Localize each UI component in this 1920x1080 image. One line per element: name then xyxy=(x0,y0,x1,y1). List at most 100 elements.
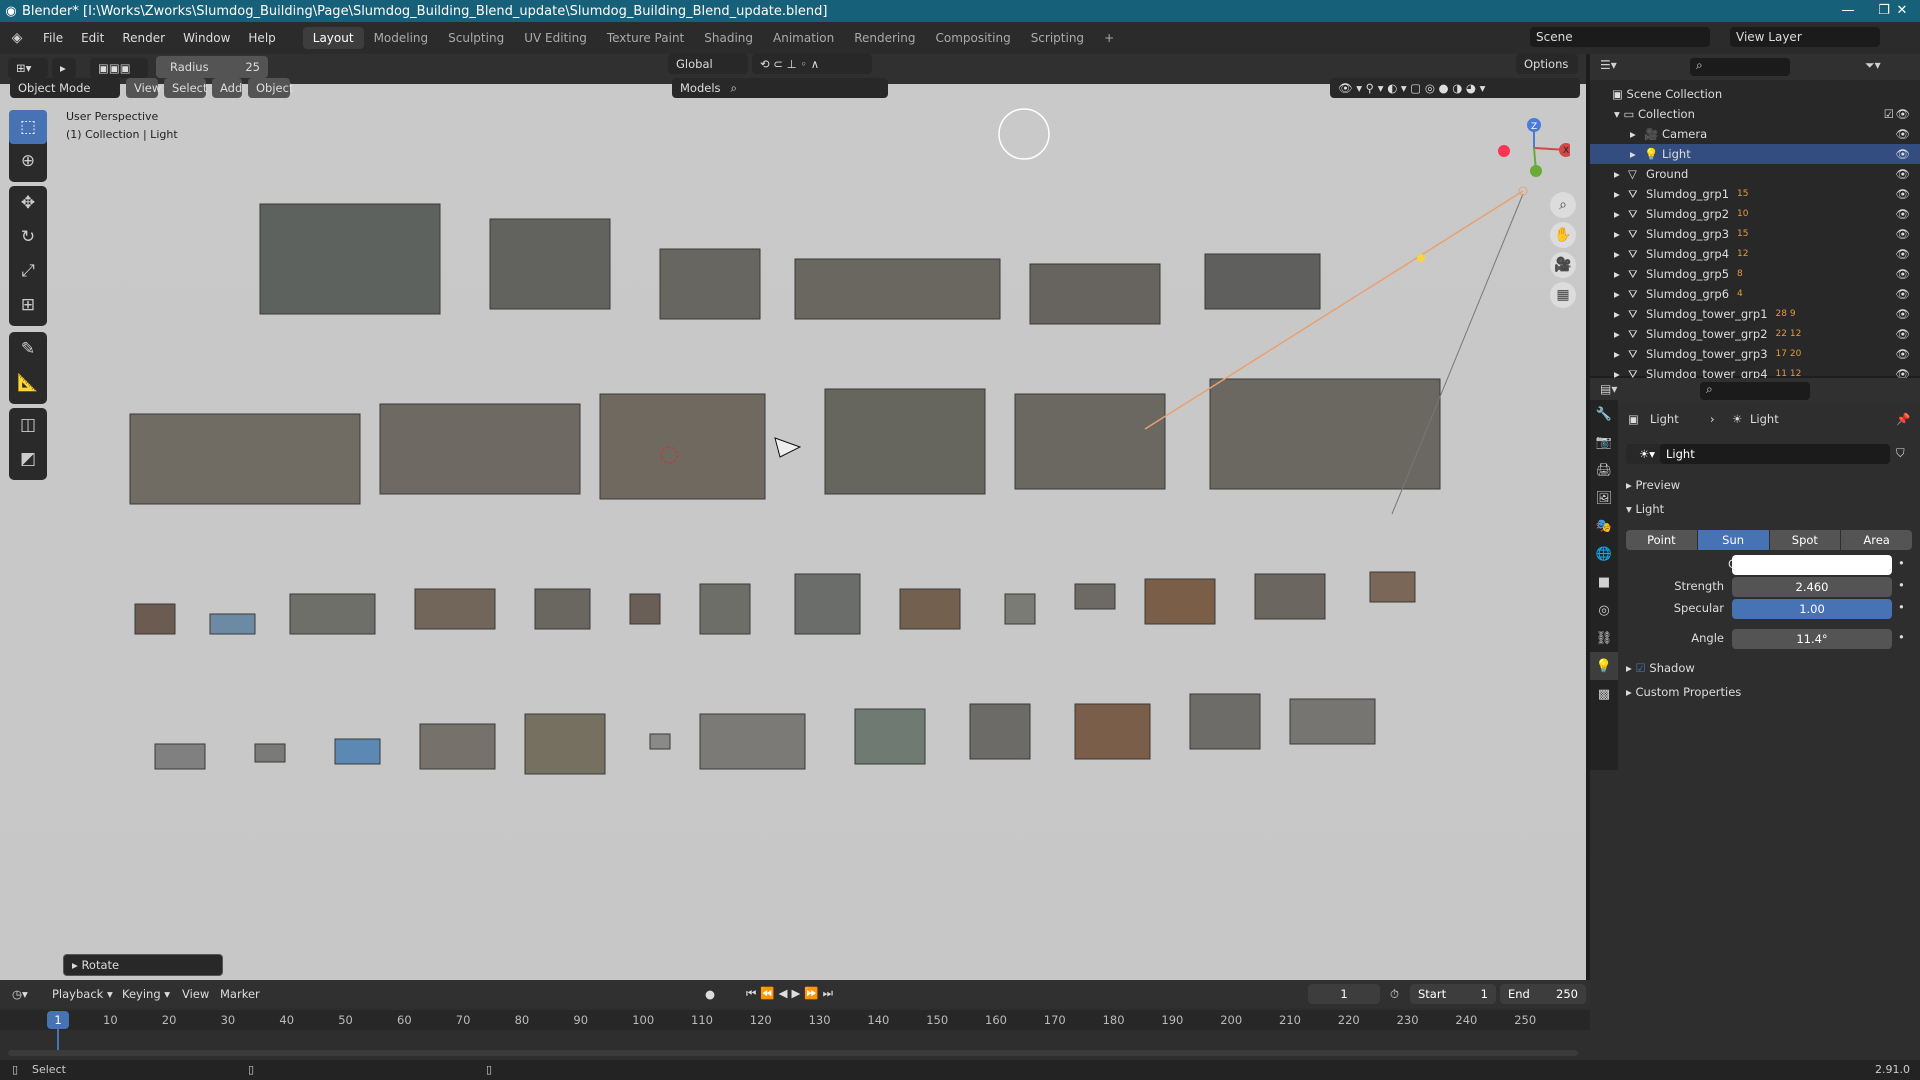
tab-layout[interactable]: Layout xyxy=(302,27,364,49)
playback-controls[interactable]: ⏮⏪◀▶⏩⏭ xyxy=(746,986,837,1001)
expand-arrow-icon[interactable]: ▸ xyxy=(1614,187,1628,201)
end-frame-field[interactable]: End 250 xyxy=(1500,984,1586,1004)
visibility-eye-icon[interactable]: 👁 xyxy=(1895,327,1910,341)
zoom-icon[interactable]: ⌕ xyxy=(1550,192,1576,218)
menu-edit[interactable]: Edit xyxy=(72,31,113,45)
outliner-row-ground[interactable]: ▸ ▽ Ground 👁 xyxy=(1590,164,1920,184)
add-workspace-button[interactable]: + xyxy=(1094,27,1124,49)
custom-properties-header[interactable]: ▸ Custom Properties xyxy=(1626,685,1741,699)
expand-arrow-icon[interactable]: ▸ xyxy=(1630,127,1644,141)
marker-menu[interactable]: Marker xyxy=(220,987,260,1001)
tab-rendering[interactable]: Rendering xyxy=(844,27,925,49)
view-layer-tab-icon[interactable]: 🖼 xyxy=(1590,484,1618,512)
outliner-row-slumdog-tower-grp1[interactable]: ▸ ⛛ Slumdog_tower_grp1 28 9 👁 xyxy=(1590,304,1920,324)
light-target-marker[interactable] xyxy=(1417,254,1425,262)
outliner-row-slumdog-grp1[interactable]: ▸ ⛛ Slumdog_grp1 15 👁 xyxy=(1590,184,1920,204)
properties-search[interactable]: ⌕ xyxy=(1700,382,1810,400)
outliner-row-slumdog-tower-grp3[interactable]: ▸ ⛛ Slumdog_tower_grp3 17 20 👁 xyxy=(1590,344,1920,364)
expand-arrow-icon[interactable]: ▸ xyxy=(1614,327,1628,341)
camera-view-icon[interactable]: 🎥 xyxy=(1550,252,1576,278)
expand-arrow-icon[interactable]: ▸ xyxy=(1614,307,1628,321)
axis-gizmo[interactable]: Z X xyxy=(1490,115,1570,185)
scene-collection-row[interactable]: ▣ Scene Collection xyxy=(1590,84,1920,104)
visibility-eye-icon[interactable]: 👁 xyxy=(1895,127,1910,141)
snap-controls[interactable]: ⟲ ⊂ ⊥ ◦ ∧ xyxy=(752,54,872,74)
outliner-row-slumdog-tower-grp2[interactable]: ▸ ⛛ Slumdog_tower_grp2 22 12 👁 xyxy=(1590,324,1920,344)
texture-tab-icon[interactable]: ▩ xyxy=(1590,680,1618,708)
filter-icon[interactable]: ⏷▾ xyxy=(1865,58,1881,73)
options-dropdown[interactable]: Options xyxy=(1516,54,1578,74)
tab-scripting[interactable]: Scripting xyxy=(1021,27,1094,49)
playback-menu[interactable]: Playback ▾ xyxy=(52,987,113,1001)
light-type-point[interactable]: Point xyxy=(1626,530,1697,550)
record-button[interactable]: ● xyxy=(705,987,715,1001)
outliner-row-slumdog-grp6[interactable]: ▸ ⛛ Slumdog_grp6 4 👁 xyxy=(1590,284,1920,304)
select-mode-icons[interactable]: ▣▣▣ xyxy=(90,58,148,78)
last-operator-panel[interactable]: ▸ Rotate xyxy=(63,954,223,976)
editor-type-icon[interactable]: ⊞▾ xyxy=(8,58,48,78)
pin-icon[interactable]: 📌 xyxy=(1896,412,1910,426)
fake-user-icon[interactable]: ⛉ xyxy=(1896,446,1905,461)
tab-animation[interactable]: Animation xyxy=(763,27,844,49)
preview-panel-header[interactable]: ▸ Preview xyxy=(1626,478,1680,492)
expand-arrow-icon[interactable]: ▸ xyxy=(1614,267,1628,281)
constraints-tab-icon[interactable]: ⛓ xyxy=(1590,624,1618,652)
scene-tab-icon[interactable]: 🎭 xyxy=(1590,512,1618,540)
visibility-eye-icon[interactable]: 👁 xyxy=(1895,307,1910,321)
outliner-search[interactable]: ⌕ xyxy=(1690,58,1790,76)
outliner-row-slumdog-grp4[interactable]: ▸ ⛛ Slumdog_grp4 12 👁 xyxy=(1590,244,1920,264)
blender-menu-icon[interactable]: ◈ xyxy=(0,30,34,46)
keyframe-dot-color[interactable]: • xyxy=(1898,556,1905,570)
keyframe-dot-strength[interactable]: • xyxy=(1898,578,1905,592)
render-tab-icon[interactable]: 📷 xyxy=(1590,428,1618,456)
shadow-checkbox[interactable]: ☑ xyxy=(1635,661,1645,675)
angle-field[interactable]: 11.4° xyxy=(1732,629,1892,649)
datablock-name-field[interactable]: Light xyxy=(1660,444,1890,464)
radius-field[interactable]: Radius 25 xyxy=(156,56,268,78)
expand-arrow-icon[interactable]: ▸ xyxy=(1614,287,1628,301)
specular-field[interactable]: 1.00 xyxy=(1732,599,1892,619)
expand-arrow-icon[interactable]: ▸ xyxy=(1614,207,1628,221)
start-frame-field[interactable]: Start 1 xyxy=(1410,984,1496,1004)
orientation-dropdown[interactable]: Global xyxy=(668,54,748,74)
strength-field[interactable]: 2.460 xyxy=(1732,577,1892,597)
scene-selector[interactable]: Scene xyxy=(1530,27,1710,47)
expand-arrow-icon[interactable]: ▸ xyxy=(1614,347,1628,361)
perspective-toggle-icon[interactable]: ▦ xyxy=(1550,282,1576,308)
tool-tab-icon[interactable]: 🔧 xyxy=(1590,400,1618,428)
shadow-panel-header[interactable]: ▸ ☑ Shadow xyxy=(1626,661,1695,675)
tab-shading[interactable]: Shading xyxy=(694,27,763,49)
outliner-row-slumdog-grp5[interactable]: ▸ ⛛ Slumdog_grp5 8 👁 xyxy=(1590,264,1920,284)
menu-file[interactable]: File xyxy=(34,31,72,45)
expand-arrow-icon[interactable]: ▸ xyxy=(1614,247,1628,261)
minimize-button[interactable]: — xyxy=(1830,0,1866,22)
keyframe-dot-angle[interactable]: • xyxy=(1898,630,1905,644)
output-tab-icon[interactable]: 🖨 xyxy=(1590,456,1618,484)
tab-uv-editing[interactable]: UV Editing xyxy=(514,27,597,49)
outliner-row-slumdog-grp2[interactable]: ▸ ⛛ Slumdog_grp2 10 👁 xyxy=(1590,204,1920,224)
outliner-editor-icon[interactable]: ☰▾ xyxy=(1600,58,1617,72)
timeline-view-menu[interactable]: View xyxy=(182,987,209,1001)
outliner-row-slumdog-grp3[interactable]: ▸ ⛛ Slumdog_grp3 15 👁 xyxy=(1590,224,1920,244)
color-swatch[interactable] xyxy=(1732,555,1892,575)
collection-row[interactable]: ▾ ▭ Collection ☑ 👁 xyxy=(1590,104,1920,124)
camera-object[interactable] xyxy=(774,437,802,458)
playhead[interactable]: 1 xyxy=(47,1011,69,1029)
light-type-area[interactable]: Area xyxy=(1841,530,1912,550)
tab-texture-paint[interactable]: Texture Paint xyxy=(597,27,694,49)
view-layer-selector[interactable]: View Layer xyxy=(1730,27,1880,47)
outliner-row-light[interactable]: ▸ 💡 Light 👁 xyxy=(1590,144,1920,164)
pan-hand-icon[interactable]: ✋ xyxy=(1550,222,1576,248)
timeline-editor-icon[interactable]: ◷▾ xyxy=(12,987,28,1001)
world-tab-icon[interactable]: 🌐 xyxy=(1590,540,1618,568)
light-type-sun[interactable]: Sun xyxy=(1697,530,1769,550)
menu-help[interactable]: Help xyxy=(239,31,284,45)
expand-arrow-icon[interactable]: ▸ xyxy=(1630,147,1644,161)
visibility-eye-icon[interactable]: 👁 xyxy=(1895,227,1910,241)
visibility-eye-icon[interactable]: 👁 xyxy=(1895,287,1910,301)
keyframe-dot-specular[interactable]: • xyxy=(1898,600,1905,614)
tab-sculpting[interactable]: Sculpting xyxy=(438,27,514,49)
preview-range-icon[interactable]: ⏱ xyxy=(1390,987,1399,1002)
visibility-eye-icon[interactable]: 👁 xyxy=(1895,147,1910,161)
timeline-scrollbar[interactable] xyxy=(8,1050,1578,1056)
